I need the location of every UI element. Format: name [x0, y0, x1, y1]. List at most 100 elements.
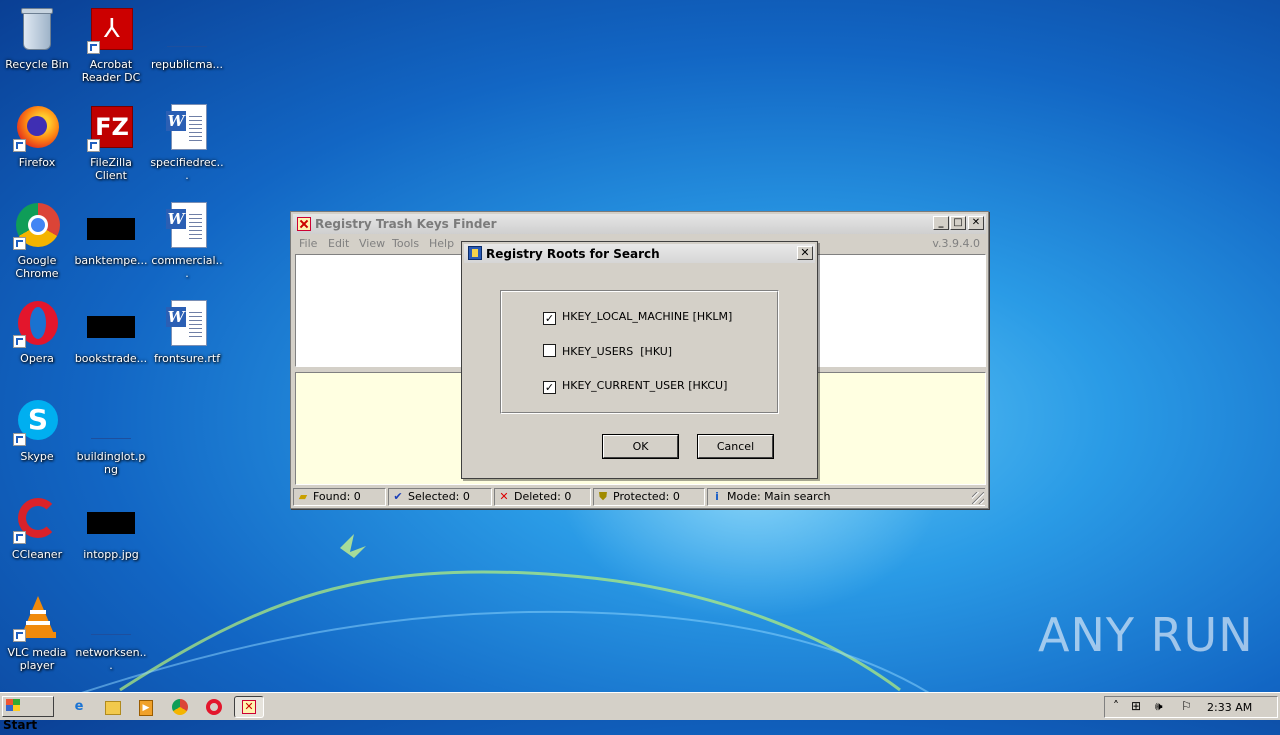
desktop-icon-filezilla[interactable]: FZ FileZilla Client — [74, 104, 148, 196]
taskbar: Start e ▶ ✕ ˄ ⊞ 🕪 ⚐ 2:33 AM — [0, 692, 1280, 732]
dialog-titlebar[interactable]: Registry Roots for Search ✕ — [464, 244, 815, 263]
blank-file-icon — [87, 398, 135, 446]
desktop-icon-frontsure[interactable]: W frontsure.rtf — [150, 300, 224, 392]
dialog-close-button[interactable]: ✕ — [797, 246, 813, 260]
desktop-icon-commercial[interactable]: W commercial... — [150, 202, 224, 294]
tray-clock[interactable]: 2:33 AM — [1207, 701, 1252, 714]
menu-view[interactable]: View — [359, 237, 385, 250]
desktop-icon-banktempe[interactable]: banktempe... — [74, 202, 148, 294]
recycle-bin-icon — [13, 6, 61, 54]
word-doc-icon: W — [163, 300, 211, 348]
checkbox-hkcu[interactable]: ✓ — [543, 381, 556, 394]
filezilla-icon: FZ — [87, 104, 135, 152]
blank-file-icon — [163, 6, 211, 54]
desktop-icon-label: Recycle Bin — [5, 58, 69, 71]
menu-edit[interactable]: Edit — [328, 237, 349, 250]
status-selected: ✔ Selected: 0 — [388, 488, 492, 506]
desktop-icon-specifiedrec[interactable]: W specifiedrec... — [150, 104, 224, 196]
desktop-icon-bookstrade[interactable]: bookstrade... — [74, 300, 148, 392]
ok-button[interactable]: OK — [603, 435, 678, 458]
desktop-icon-acrobat[interactable]: ⅄ Acrobat Reader DC — [74, 6, 148, 98]
word-doc-icon: W — [163, 202, 211, 250]
blank-file-icon — [87, 594, 135, 642]
vlc-icon — [13, 594, 61, 642]
desktop-icon-intopp[interactable]: intopp.jpg — [74, 496, 148, 588]
word-doc-icon: W — [163, 104, 211, 152]
checkmark-icon: ✔ — [393, 490, 403, 503]
delete-x-icon: ✕ — [499, 490, 509, 503]
minimize-button[interactable]: _ — [933, 216, 949, 230]
desktop-icon-label: specifiedrec... — [150, 156, 224, 182]
tray-network-icon[interactable]: ⊞ — [1131, 699, 1141, 713]
desktop-icon-label: VLC media player — [7, 646, 67, 672]
firefox-icon — [13, 104, 61, 152]
desktop-icon-recycle-bin[interactable]: Recycle Bin — [0, 6, 74, 98]
tray-expand-icon[interactable]: ˄ — [1113, 699, 1119, 713]
desktop-icon-label: banktempe... — [74, 254, 148, 267]
version-label: v.3.9.4.0 — [932, 237, 980, 250]
desktop-icon-republicma[interactable]: republicma... — [150, 6, 224, 98]
desktop-icon-label: bookstrade... — [74, 352, 148, 365]
checkbox-hku[interactable] — [543, 344, 556, 357]
option-hkcu-label: HKEY_CURRENT_USER [HKCU] — [562, 379, 728, 392]
desktop-icon-label: commercial... — [151, 254, 223, 280]
status-deleted: ✕ Deleted: 0 — [494, 488, 591, 506]
menu-tools[interactable]: Tools — [392, 237, 419, 250]
black-thumbnail-icon — [87, 202, 135, 250]
desktop-icon-skype[interactable]: S Skype — [0, 398, 74, 490]
desktop-icon-label: Opera — [20, 352, 54, 365]
taskbar-ie-icon[interactable]: e — [69, 697, 89, 717]
option-hku[interactable]: HKEY_USERS [HKU] — [543, 344, 672, 358]
desktop-icon-firefox[interactable]: Firefox — [0, 104, 74, 196]
window-titlebar[interactable]: Registry Trash Keys Finder _ □ ✕ — [293, 214, 986, 234]
desktop-icon-label: FileZilla Client — [90, 156, 132, 182]
checkbox-hklm[interactable]: ✓ — [543, 312, 556, 325]
start-button[interactable]: Start — [2, 696, 54, 732]
menu-help[interactable]: Help — [429, 237, 454, 250]
status-mode: i Mode: Main search — [707, 488, 985, 506]
desktop-icon-opera[interactable]: Opera — [0, 300, 74, 392]
folder-icon: ▰ — [298, 490, 308, 503]
option-hku-label: HKEY_USERS [HKU] — [562, 345, 673, 358]
desktop-icon-label: Firefox — [18, 156, 56, 169]
desktop-icon-vlc[interactable]: VLC media player — [0, 594, 74, 686]
tray-volume-icon[interactable]: 🕪 — [1155, 699, 1163, 714]
desktop-icon-networksen[interactable]: networksen... — [74, 594, 148, 686]
taskbar-explorer-icon[interactable] — [103, 697, 123, 717]
desktop-icon-label: frontsure.rtf — [153, 352, 221, 365]
option-hkcu[interactable]: ✓ HKEY_CURRENT_USER [HKCU] — [543, 379, 728, 394]
desktop-icon-label: Google Chrome — [15, 254, 59, 280]
desktop-icon-label: republicma... — [150, 58, 224, 71]
close-button[interactable]: ✕ — [968, 216, 984, 230]
app-icon — [297, 217, 311, 231]
taskbar-chrome-icon[interactable] — [170, 697, 190, 717]
skype-icon: S — [13, 398, 61, 446]
registry-roots-dialog: Registry Roots for Search ✕ ✓ HKEY_LOCAL_… — [461, 241, 818, 479]
status-protected: ⛊ Protected: 0 — [593, 488, 705, 506]
desktop-icon-label: networksen... — [75, 646, 147, 672]
ccleaner-icon — [13, 496, 61, 544]
acrobat-icon: ⅄ — [87, 6, 135, 54]
taskbar-opera-icon[interactable] — [204, 697, 224, 717]
resize-grip-icon[interactable] — [972, 492, 984, 504]
desktop-icon-label: Skype — [20, 450, 54, 463]
option-hklm[interactable]: ✓ HKEY_LOCAL_MACHINE [HKLM] — [543, 310, 733, 325]
maximize-button[interactable]: □ — [950, 216, 966, 230]
desktop-icon-ccleaner[interactable]: CCleaner — [0, 496, 74, 588]
taskbar-registry-trash-keys-finder[interactable]: ✕ — [234, 696, 264, 718]
desktop-icon-label: Acrobat Reader DC — [81, 58, 141, 84]
info-icon: i — [715, 490, 719, 503]
menu-file[interactable]: File — [299, 237, 317, 250]
status-bar: ▰ Found: 0 ✔ Selected: 0 ✕ Deleted: 0 ⛊ Prot… — [293, 488, 986, 507]
option-hklm-label: HKEY_LOCAL_MACHINE [HKLM] — [562, 310, 733, 323]
registry-icon — [468, 246, 482, 260]
desktop-icon-label: intopp.jpg — [83, 548, 139, 561]
taskbar-media-player-icon[interactable]: ▶ — [136, 697, 156, 717]
desktop-icon-label: buildinglot.png — [76, 450, 146, 476]
shield-icon: ⛊ — [598, 490, 608, 503]
desktop-icon-buildinglot[interactable]: buildinglot.png — [74, 398, 148, 490]
tray-flag-icon[interactable]: ⚐ — [1181, 699, 1192, 713]
cancel-button[interactable]: Cancel — [698, 435, 773, 458]
desktop-icon-chrome[interactable]: Google Chrome — [0, 202, 74, 294]
dialog-title: Registry Roots for Search — [486, 247, 660, 261]
